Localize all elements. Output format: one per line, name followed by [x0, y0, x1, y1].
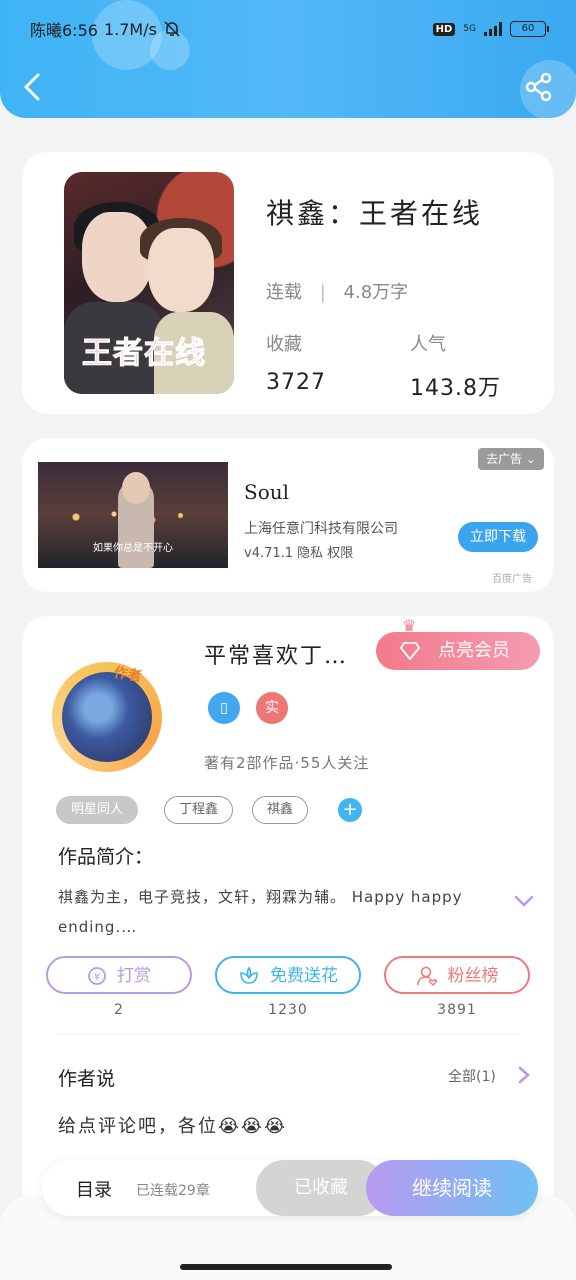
signal-icon [484, 22, 502, 36]
chevron-right-icon[interactable] [518, 1066, 530, 1084]
intro-text: 祺鑫为主，电子竞技，文轩，翔霖为辅。 Happy happy ending.… [58, 888, 463, 936]
ad-remove-button[interactable]: 去广告 ⌄ [478, 448, 544, 470]
send-flower-label: 免费送花 [270, 966, 338, 986]
flower-count: 1230 [268, 1002, 308, 1018]
popularity-label: 人气 [410, 334, 446, 355]
share-icon[interactable] [524, 72, 554, 102]
collect-stat: 收藏 3727 [266, 330, 326, 395]
phone-verified-icon: ▯ [208, 692, 240, 724]
cover-title: 王者在线 [82, 336, 206, 372]
fan-count: 3891 [437, 1002, 477, 1018]
bottom-action-bar: 目录 已连载29章 已收藏 继续阅读 [42, 1160, 538, 1216]
collect-label: 收藏 [266, 334, 302, 355]
ad-card[interactable]: 如果你总是不开心 Soul 上海任意门科技有限公司 v4.71.1 隐私 权限 … [22, 438, 554, 592]
author-say-all-link[interactable]: 全部(1) [448, 1066, 496, 1086]
ad-download-button[interactable]: 立即下载 [458, 522, 538, 552]
toc-button[interactable]: 目录 [76, 1176, 112, 1202]
book-cover[interactable]: 王者在线 [64, 172, 234, 394]
network-type: 5G [463, 24, 476, 34]
send-flower-button[interactable]: 免费送花 [215, 956, 361, 994]
tag-pairing[interactable]: 祺鑫 [252, 796, 309, 824]
ad-remove-label: 去广告 [486, 452, 523, 466]
status-time: 陈曦6:56 [30, 21, 98, 40]
add-tag-button[interactable]: + [338, 798, 362, 822]
battery-level: 60 [521, 23, 535, 34]
real-name-badge: 实 [256, 692, 288, 724]
divider [58, 1034, 518, 1035]
status-bar: 陈曦6:56 1.7M/s HD 5G 60 [30, 14, 549, 44]
ad-image-caption: 如果你总是不开心 [93, 543, 173, 554]
book-title: 祺鑫：王者在线 [266, 197, 484, 230]
author-card: 作者 平常喜欢丁… ♛ 点亮会员 ▯ 实 著有2部作品·55人关注 明星同人 丁… [22, 616, 554, 1216]
fan-rank-button[interactable]: 粉丝榜 [384, 956, 530, 994]
fan-user-icon [416, 966, 437, 986]
author-say-text: 给点评论吧，各位😭😭😭 [58, 1116, 288, 1137]
home-indicator[interactable] [180, 1264, 392, 1270]
diamond-icon [400, 642, 420, 660]
update-status: 已连载29章 [136, 1183, 210, 1199]
ad-source-tag: 百度广告 [492, 574, 532, 585]
book-info-card: 王者在线 祺鑫：王者在线 连载 | 4.8万字 收藏 3727 人气 143.8… [22, 152, 554, 414]
popularity-value: 143.8万 [410, 376, 501, 401]
header: 陈曦6:56 1.7M/s HD 5G 60 [0, 0, 576, 118]
vip-button-label: 点亮会员 [438, 640, 510, 661]
author-stats: 著有2部作品·55人关注 [204, 754, 370, 772]
tip-count: 2 [114, 1002, 124, 1018]
status-net-speed: 1.7M/s [103, 19, 157, 39]
author-name[interactable]: 平常喜欢丁… [204, 638, 348, 670]
book-word-count: 4.8万字 [343, 282, 409, 303]
ad-image[interactable]: 如果你总是不开心 [38, 462, 228, 568]
book-meta: 连载 | 4.8万字 [266, 282, 409, 303]
tip-label: 打赏 [117, 966, 151, 986]
mute-icon [164, 21, 180, 37]
back-arrow-icon[interactable] [20, 72, 44, 102]
ad-version: v4.71.1 隐私 权限 [244, 546, 354, 561]
book-status: 连载 [266, 282, 302, 303]
popularity-stat: 人气 143.8万 [410, 330, 501, 402]
hd-badge: HD [432, 22, 456, 36]
tag-character[interactable]: 丁程鑫 [164, 796, 234, 824]
ad-company: 上海任意门科技有限公司 [244, 521, 398, 537]
tip-button[interactable]: ¥ 打赏 [46, 956, 192, 994]
vip-button[interactable]: 点亮会员 [376, 632, 540, 670]
expand-chevron-icon[interactable] [514, 894, 534, 908]
continue-reading-button[interactable]: 继续阅读 [366, 1160, 538, 1216]
author-say-title: 作者说 [58, 1068, 116, 1090]
ad-title: Soul [244, 480, 290, 504]
collect-value: 3727 [266, 370, 326, 395]
coin-icon: ¥ [88, 967, 106, 985]
flower-icon [240, 966, 258, 984]
svg-text:¥: ¥ [94, 972, 100, 983]
fan-rank-label: 粉丝榜 [447, 966, 499, 986]
battery-icon: 60 [510, 21, 549, 37]
intro-title: 作品简介： [58, 846, 154, 868]
tag-genre[interactable]: 明星同人 [56, 796, 139, 824]
